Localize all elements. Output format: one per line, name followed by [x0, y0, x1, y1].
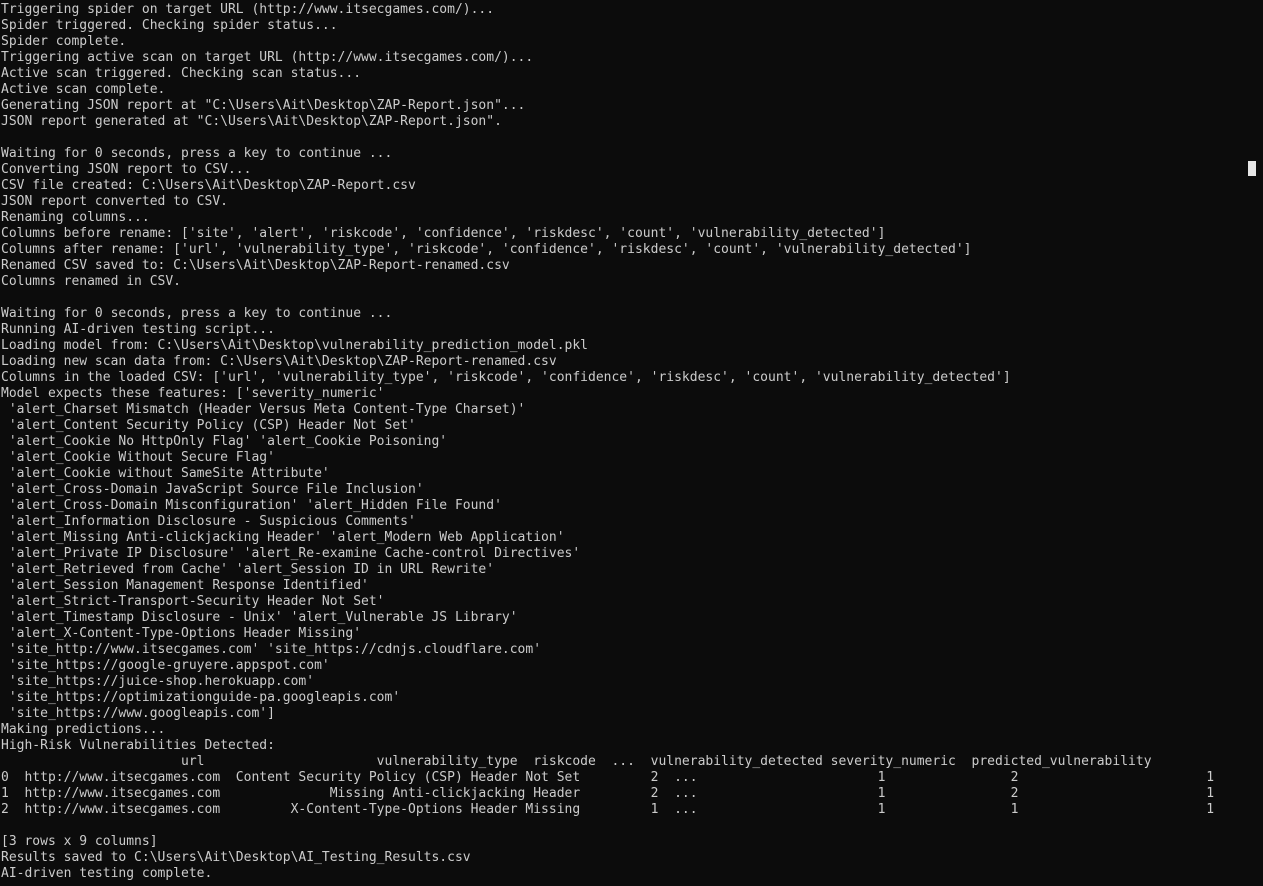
console-line: 'alert_X-Content-Type-Options Header Mis… [1, 626, 362, 641]
console-line: JSON report converted to CSV. [1, 194, 228, 209]
console-line: 'site_https://google-gruyere.appspot.com… [1, 658, 330, 673]
console-line: 'alert_Session Management Response Ident… [1, 578, 369, 593]
console-line: 2 http://www.itsecgames.com X-Content-Ty… [1, 802, 1215, 817]
console-line: Active scan complete. [1, 82, 166, 97]
console-line: Active scan triggered. Checking scan sta… [1, 66, 362, 81]
console-line: 'site_https://www.googleapis.com'] [1, 706, 275, 721]
console-line: 'alert_Cookie No HttpOnly Flag' 'alert_C… [1, 434, 448, 449]
console-line: 1 http://www.itsecgames.com Missing Anti… [1, 786, 1215, 801]
console-line: 'alert_Retrieved from Cache' 'alert_Sess… [1, 562, 495, 577]
console-line: Columns after rename: ['url', 'vulnerabi… [1, 242, 972, 257]
console-line: Columns renamed in CSV. [1, 274, 182, 289]
console-line: Triggering spider on target URL (http://… [1, 2, 495, 17]
console-line: 'alert_Timestamp Disclosure - Unix' 'ale… [1, 610, 518, 625]
console-line: CSV file created: C:\Users\Ait\Desktop\Z… [1, 178, 416, 193]
console-line: JSON report generated at "C:\Users\Ait\D… [1, 114, 502, 129]
console-line: Loading new scan data from: C:\Users\Ait… [1, 354, 557, 369]
console-line: Running AI-driven testing script... [1, 322, 275, 337]
console-line: 'alert_Cookie Without Secure Flag' [1, 450, 275, 465]
console-line: Columns before rename: ['site', 'alert',… [1, 226, 886, 241]
console-line: 'alert_Charset Mismatch (Header Versus M… [1, 402, 526, 417]
text-cursor [1248, 161, 1256, 176]
console-output: Triggering spider on target URL (http://… [1, 2, 1263, 882]
console-line: Results saved to C:\Users\Ait\Desktop\AI… [1, 850, 471, 865]
console-line: Renaming columns... [1, 210, 150, 225]
console-line: 0 http://www.itsecgames.com Content Secu… [1, 770, 1215, 785]
console-line: Columns in the loaded CSV: ['url', 'vuln… [1, 370, 1011, 385]
console-line: 'alert_Private IP Disclosure' 'alert_Re-… [1, 546, 581, 561]
console-line: Converting JSON report to CSV... [1, 162, 252, 177]
console-line: 'site_https://juice-shop.herokuapp.com' [1, 674, 315, 689]
console-line: 'alert_Cross-Domain JavaScript Source Fi… [1, 482, 424, 497]
console-line: Renamed CSV saved to: C:\Users\Ait\Deskt… [1, 258, 510, 273]
console-line: Loading model from: C:\Users\Ait\Desktop… [1, 338, 588, 353]
console-line: 'alert_Cookie without SameSite Attribute… [1, 466, 330, 481]
console-line: 'alert_Content Security Policy (CSP) Hea… [1, 418, 416, 433]
console-line: Waiting for 0 seconds, press a key to co… [1, 306, 393, 321]
console-line: Spider complete. [1, 34, 127, 49]
console-line: 'alert_Missing Anti-clickjacking Header'… [1, 530, 565, 545]
console-line: Waiting for 0 seconds, press a key to co… [1, 146, 393, 161]
console-window[interactable]: Triggering spider on target URL (http://… [0, 0, 1263, 886]
console-line: Triggering active scan on target URL (ht… [1, 50, 534, 65]
console-line: High-Risk Vulnerabilities Detected: [1, 738, 275, 753]
console-line: [3 rows x 9 columns] [1, 834, 158, 849]
console-line: 'site_https://optimizationguide-pa.googl… [1, 690, 401, 705]
console-line: Making predictions... [1, 722, 166, 737]
console-line: Model expects these features: ['severity… [1, 386, 385, 401]
console-line: 'alert_Information Disclosure - Suspicio… [1, 514, 416, 529]
console-line: 'alert_Strict-Transport-Security Header … [1, 594, 385, 609]
console-line: 'alert_Cross-Domain Misconfiguration' 'a… [1, 498, 502, 513]
console-line: Spider triggered. Checking spider status… [1, 18, 338, 33]
console-line: 'site_http://www.itsecgames.com' 'site_h… [1, 642, 542, 657]
console-line: url vulnerability_type riskcode ... vuln… [1, 754, 1152, 769]
console-line: AI-driven testing complete. [1, 866, 213, 881]
console-line: Generating JSON report at "C:\Users\Ait\… [1, 98, 526, 113]
